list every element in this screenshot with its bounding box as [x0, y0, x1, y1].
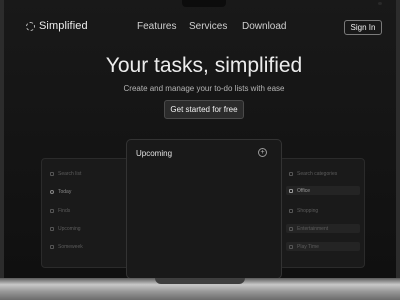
film-icon	[289, 226, 293, 231]
logo-icon	[26, 21, 35, 31]
calendar-icon	[50, 245, 54, 249]
category-label: Shopping	[297, 207, 319, 214]
sidebar-item-label: Finds	[58, 208, 71, 214]
laptop-screen: Simplified Features Services Download Si…	[0, 0, 400, 279]
nav-features[interactable]: Features	[137, 21, 176, 32]
sidebar-item-search[interactable]: Search list	[50, 171, 81, 177]
sidebar-item-label: Search list	[58, 171, 82, 177]
category-label: Entertainment	[297, 225, 329, 232]
category-entertainment[interactable]: Entertainment	[286, 224, 360, 233]
sidebar-item-label: Someweek	[58, 244, 83, 250]
sidebar-item-label: Today	[58, 189, 72, 195]
category-search-placeholder: Search categories	[297, 170, 338, 177]
sidebar-item-today[interactable]: Today	[50, 189, 71, 195]
add-task-icon[interactable]: +	[258, 148, 267, 157]
category-label: Office	[297, 187, 310, 194]
brand-logo[interactable]: Simplified	[26, 20, 88, 32]
calendar-icon	[50, 227, 54, 231]
search-icon	[289, 171, 293, 176]
briefcase-icon	[289, 188, 293, 193]
sidebar-item-label: Upcoming	[58, 226, 81, 232]
sidebar-item-someweek[interactable]: Someweek	[50, 244, 83, 250]
category-play-time[interactable]: Play Time	[286, 242, 360, 251]
hero-title: Your tasks, simplified	[105, 54, 303, 77]
nav-download[interactable]: Download	[242, 21, 286, 32]
left-panel: Search list Today Finds Upcoming Somewee…	[41, 158, 131, 268]
nav-services[interactable]: Services	[189, 21, 227, 32]
camera-icon	[378, 2, 382, 5]
category-office[interactable]: Office	[286, 186, 360, 195]
sidebar-item-finds[interactable]: Finds	[50, 208, 70, 214]
category-shopping[interactable]: Shopping	[286, 206, 360, 215]
upcoming-panel: Upcoming +	[126, 139, 282, 279]
sidebar-item-upcoming[interactable]: Upcoming	[50, 226, 81, 232]
folder-icon	[50, 209, 54, 213]
right-panel: Search categories Office Shopping Entert…	[279, 158, 365, 268]
upcoming-title: Upcoming	[136, 149, 173, 158]
get-started-button[interactable]: Get started for free	[164, 100, 244, 119]
cart-icon	[289, 208, 293, 213]
laptop-base-notch	[155, 278, 245, 284]
sign-in-button[interactable]: Sign In	[344, 20, 382, 35]
category-label: Play Time	[297, 243, 319, 250]
hero-subtitle: Create and manage your to-do lists with …	[123, 84, 285, 93]
category-search[interactable]: Search categories	[286, 169, 360, 178]
gamepad-icon	[289, 244, 293, 249]
search-icon	[50, 172, 54, 176]
brand-name: Simplified	[39, 20, 88, 32]
clock-icon	[50, 190, 54, 194]
camera-notch	[182, 0, 382, 7]
